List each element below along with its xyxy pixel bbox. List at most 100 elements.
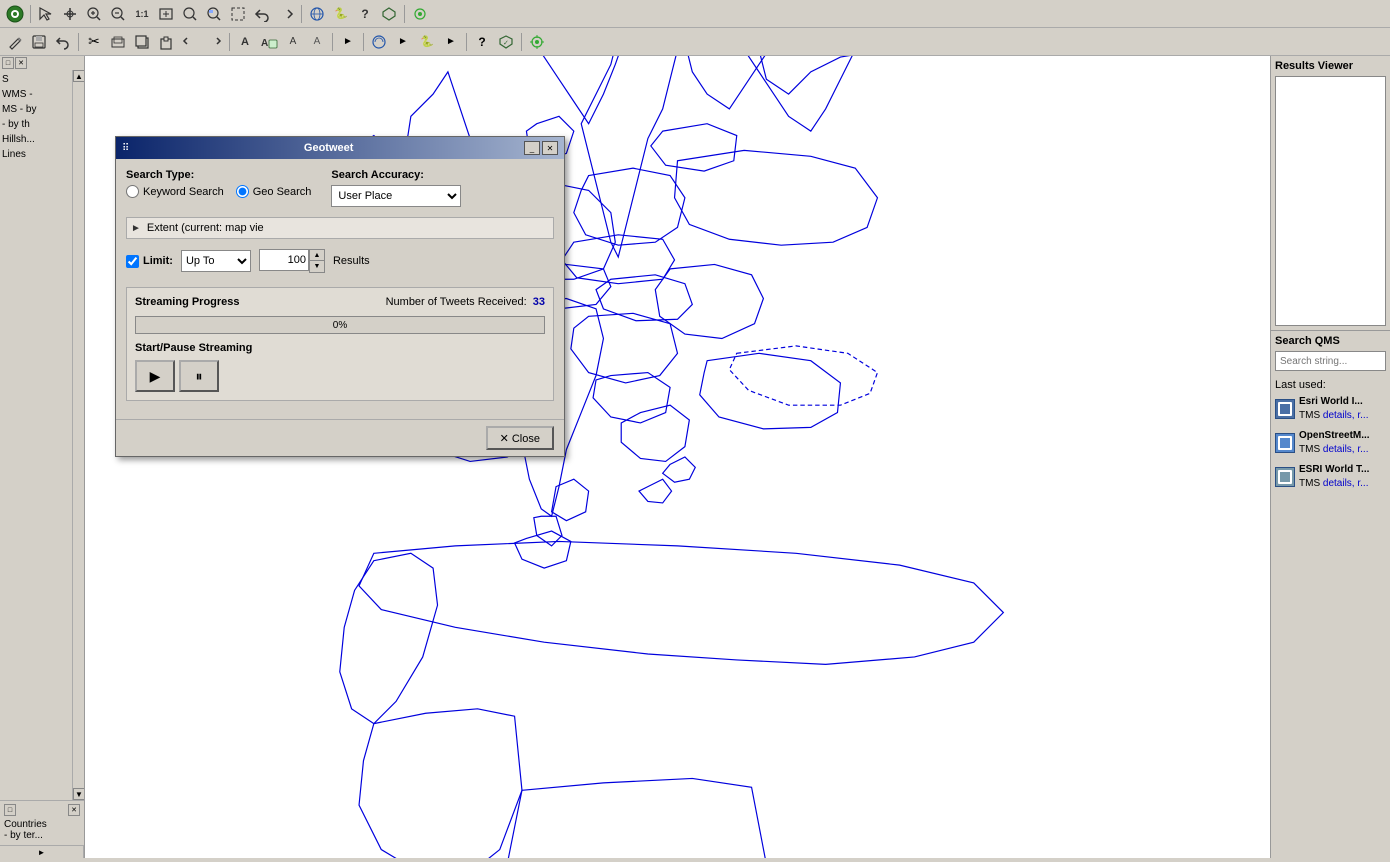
limit-spinner-up[interactable]: ▲ bbox=[310, 250, 324, 261]
tms-icon-3 bbox=[1275, 467, 1295, 487]
dialog-close-btn[interactable]: ✕ bbox=[542, 141, 558, 155]
extent-row[interactable]: ► Extent (current: map vie bbox=[126, 217, 554, 239]
map-area[interactable]: ⠿ Geotweet _ ✕ Search Type: bbox=[85, 56, 1270, 858]
search-type-accuracy-row: Search Type: Keyword Search Geo Search bbox=[126, 169, 554, 207]
dialog-drag-icon: ⠿ bbox=[122, 143, 129, 154]
layer-section-2: □ ✕ Countries - by ter... bbox=[0, 800, 84, 845]
keyword-search-radio[interactable]: Keyword Search bbox=[126, 185, 224, 198]
tms-links-3[interactable]: details, r... bbox=[1323, 478, 1369, 489]
limit-input-group: 100 ▲ ▼ bbox=[259, 249, 325, 273]
help2-btn[interactable]: ? bbox=[471, 31, 493, 53]
back-btn[interactable] bbox=[251, 3, 273, 25]
collapse-icon-1[interactable]: □ bbox=[2, 57, 14, 69]
deselect-btn[interactable] bbox=[227, 3, 249, 25]
debug-btn[interactable]: ► bbox=[392, 31, 414, 53]
globe-btn[interactable] bbox=[306, 3, 328, 25]
add-layer-btn[interactable] bbox=[107, 31, 129, 53]
qgis-logo-btn[interactable] bbox=[4, 3, 26, 25]
layer-item-hillsh[interactable]: Hillsh... bbox=[2, 132, 70, 147]
redo-back-btn[interactable] bbox=[179, 31, 201, 53]
label2-btn[interactable]: A bbox=[258, 31, 280, 53]
undo-btn[interactable] bbox=[52, 31, 74, 53]
tracking-btn[interactable] bbox=[409, 3, 431, 25]
keyword-radio-input[interactable] bbox=[126, 185, 139, 198]
gps-btn[interactable] bbox=[526, 31, 548, 53]
dialog-minimize-btn[interactable]: _ bbox=[524, 141, 540, 155]
limit-spinner: ▲ ▼ bbox=[309, 249, 325, 273]
label3-btn[interactable]: A bbox=[282, 31, 304, 53]
layer-item-s[interactable]: S bbox=[2, 72, 70, 87]
forward-btn[interactable] bbox=[275, 3, 297, 25]
identify-btn[interactable] bbox=[179, 3, 201, 25]
countries-label[interactable]: Countries bbox=[4, 819, 80, 830]
close-icon-2[interactable]: ✕ bbox=[68, 804, 80, 816]
search-type-label: Search Type: bbox=[126, 169, 311, 181]
zoom-out-btn[interactable] bbox=[107, 3, 129, 25]
layer-section-2-header: □ ✕ bbox=[2, 803, 82, 817]
tms-links-1[interactable]: details, r... bbox=[1323, 410, 1369, 421]
pan-tool-btn[interactable] bbox=[59, 3, 81, 25]
scissors-btn[interactable]: ✂ bbox=[83, 31, 105, 53]
layer-item-byth[interactable]: - by th bbox=[2, 117, 70, 132]
close-button[interactable]: ✕ Close bbox=[486, 426, 554, 450]
paste-btn[interactable] bbox=[155, 31, 177, 53]
plugin2-btn[interactable]: ► bbox=[440, 31, 462, 53]
copy-btn[interactable] bbox=[131, 31, 153, 53]
label4-btn[interactable]: A bbox=[306, 31, 328, 53]
tms-item-esri-world-topo[interactable]: ESRI World T... TMS details, r... bbox=[1275, 463, 1386, 491]
select-btn[interactable] bbox=[203, 3, 225, 25]
limit-checkbox-input[interactable] bbox=[126, 255, 139, 268]
tweets-received-text: Number of Tweets Received: 33 bbox=[386, 296, 545, 308]
play-btn[interactable]: ▶ bbox=[135, 360, 175, 392]
search-qms-input[interactable] bbox=[1275, 351, 1386, 371]
left-scrollbar: ▲ ▼ bbox=[72, 70, 84, 800]
python2-btn[interactable]: 🐍 bbox=[416, 31, 438, 53]
dialog-titlebar: ⠿ Geotweet _ ✕ bbox=[116, 137, 564, 159]
more-btn[interactable]: ► bbox=[337, 31, 359, 53]
extent-arrow-icon: ► bbox=[131, 223, 141, 234]
pause-btn[interactable]: ⏸ bbox=[179, 360, 219, 392]
tms-icon-inner-1 bbox=[1278, 402, 1292, 416]
help-btn[interactable]: ? bbox=[354, 3, 376, 25]
limit-type-dropdown[interactable]: Up To Exactly At Least bbox=[181, 250, 251, 272]
layer-item-lines[interactable]: Lines bbox=[2, 147, 70, 162]
sep-5 bbox=[229, 33, 230, 51]
collapse-icon-2[interactable]: □ bbox=[4, 804, 16, 816]
dialog-body: Search Type: Keyword Search Geo Search bbox=[116, 159, 564, 419]
zoom-in-btn[interactable] bbox=[83, 3, 105, 25]
limit-spinner-down[interactable]: ▼ bbox=[310, 261, 324, 272]
cursor-tool-btn[interactable] bbox=[35, 3, 57, 25]
layer-item-wms[interactable]: WMS - bbox=[2, 87, 70, 102]
scroll-down-btn[interactable]: ▼ bbox=[73, 788, 84, 800]
expand-left-btn[interactable]: ► bbox=[0, 846, 84, 858]
plugin-btn[interactable] bbox=[378, 3, 400, 25]
accuracy-dropdown[interactable]: User Place Exact Location City Country bbox=[331, 185, 461, 207]
geo-radio-input[interactable] bbox=[236, 185, 249, 198]
zoom-full-btn[interactable] bbox=[155, 3, 177, 25]
close-icon-1[interactable]: ✕ bbox=[15, 57, 27, 69]
zoom-actual-btn[interactable]: 1:1 bbox=[131, 3, 153, 25]
progress-bar: 0% bbox=[135, 316, 545, 334]
tms-name-3: ESRI World T... bbox=[1299, 463, 1369, 477]
redo-fwd-btn[interactable] bbox=[203, 31, 225, 53]
limit-value-input[interactable]: 100 bbox=[259, 249, 309, 271]
streaming-header: Streaming Progress Number of Tweets Rece… bbox=[135, 296, 545, 308]
tms-links-2[interactable]: details, r... bbox=[1323, 444, 1369, 455]
last-used-section: Last used: Esri World I... TMS details, … bbox=[1271, 375, 1390, 501]
limit-checkbox-label[interactable]: Limit: bbox=[126, 255, 173, 268]
countries-section: Countries - by ter... bbox=[2, 817, 82, 843]
shield-btn[interactable]: ✓ bbox=[495, 31, 517, 53]
tms-item-esri-world[interactable]: Esri World I... TMS details, r... bbox=[1275, 395, 1386, 423]
layer-item-ms[interactable]: MS - by bbox=[2, 102, 70, 117]
python-btn[interactable]: 🐍 bbox=[330, 3, 352, 25]
tms-item-openstreetmap[interactable]: OpenStreetM... TMS details, r... bbox=[1275, 429, 1386, 457]
tms-icon-inner-2 bbox=[1278, 436, 1292, 450]
label-btn[interactable]: A bbox=[234, 31, 256, 53]
scroll-up-btn[interactable]: ▲ bbox=[73, 70, 84, 82]
save-btn[interactable] bbox=[28, 31, 50, 53]
edit-btn[interactable] bbox=[4, 31, 26, 53]
countries-sublabel[interactable]: - by ter... bbox=[4, 830, 80, 841]
browser-btn[interactable] bbox=[368, 31, 390, 53]
geo-search-radio[interactable]: Geo Search bbox=[236, 185, 312, 198]
results-viewer-section: Results Viewer bbox=[1271, 56, 1390, 331]
